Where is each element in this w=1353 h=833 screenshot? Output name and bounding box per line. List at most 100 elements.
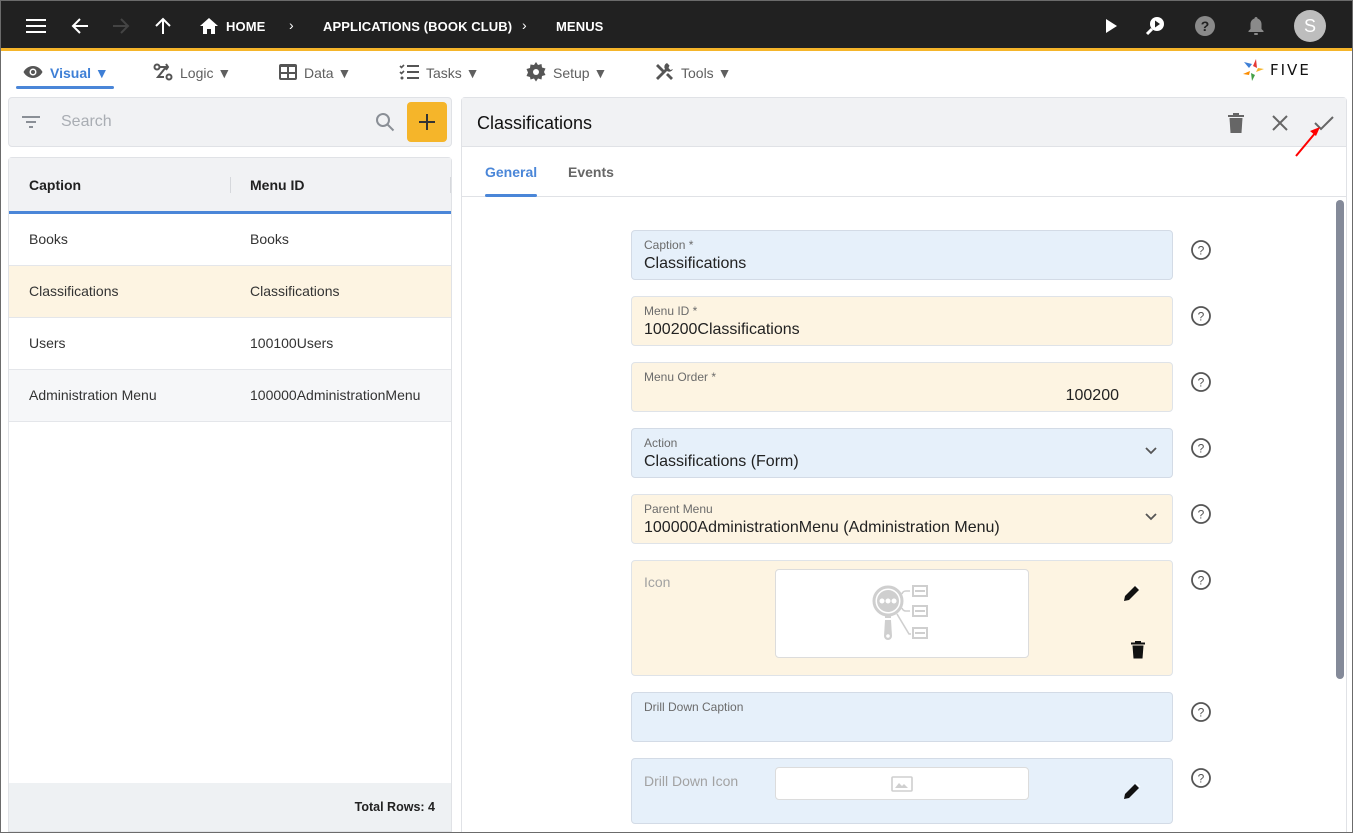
pencil-icon [1124,584,1141,601]
plus-icon [419,114,435,130]
grid-header: Caption Menu ID [9,158,451,214]
pencil-icon [1124,782,1141,799]
action-label: Action [644,436,678,450]
chevron-down-icon[interactable] [1144,512,1158,522]
search-list-icon [872,584,928,640]
up-arrow-icon[interactable] [150,13,176,39]
help-icon[interactable]: ? [1190,239,1212,261]
five-logo: FIVE [1242,58,1311,82]
menu-setup[interactable]: Setup ▼ [526,61,607,85]
form-tabs: General Events [462,147,1346,197]
icon-label: Icon [644,574,671,590]
search-bar [8,97,452,147]
menu-visual-label: Visual ▼ [50,65,109,81]
form-scrollbar-thumb[interactable] [1336,200,1344,679]
filter-icon[interactable] [22,115,40,134]
trash-icon [1131,641,1145,659]
search-play-icon[interactable] [1142,13,1168,39]
edit-drill-down-icon-button[interactable] [1120,779,1144,803]
table-row[interactable]: Administration Menu 100000Administration… [9,370,451,422]
menu-id-label: Menu ID * [644,304,698,318]
icon-preview[interactable] [775,569,1029,658]
drill-down-icon-label: Drill Down Icon [644,773,739,789]
menu-icon[interactable] [23,13,49,39]
image-placeholder-icon [891,775,913,792]
cell-caption: Books [29,231,68,247]
caption-field[interactable]: Caption * Classifications [631,230,1173,280]
action-value: Classifications (Form) [644,453,799,470]
tools-icon [654,62,674,85]
top-app-bar: HOME › APPLICATIONS (BOOK CLUB) › MENUS … [0,0,1353,51]
check-icon [1314,116,1334,131]
tab-general[interactable]: General [485,164,537,180]
search-icon[interactable] [375,112,395,137]
cell-menu-id: 100100Users [250,335,334,351]
cell-menu-id: Books [250,231,289,247]
help-icon[interactable]: ? [1190,569,1212,591]
chevron-down-icon[interactable] [1144,446,1158,456]
menu-order-field[interactable]: Menu Order * 100200 [631,362,1173,412]
add-record-button[interactable] [407,102,447,142]
breadcrumb-applications[interactable]: APPLICATIONS (BOOK CLUB) [323,19,512,34]
menu-tasks[interactable]: Tasks ▼ [399,62,480,84]
bell-icon[interactable] [1243,13,1269,39]
forward-arrow-icon[interactable] [108,13,134,39]
menu-logic-label: Logic ▼ [180,65,232,81]
save-button[interactable] [1311,110,1337,136]
menu-tasks-label: Tasks ▼ [426,65,480,81]
cell-caption: Users [29,335,66,351]
table-row[interactable]: Users 100100Users [9,318,451,370]
home-icon[interactable] [196,13,222,39]
drill-down-caption-field[interactable]: Drill Down Caption [631,692,1173,742]
play-icon[interactable] [1098,13,1124,39]
close-button[interactable] [1267,110,1293,136]
logic-icon [153,62,173,84]
trash-icon [1228,113,1244,133]
edit-icon-button[interactable] [1120,581,1144,605]
menu-tools[interactable]: Tools ▼ [654,62,731,84]
help-icon[interactable]: ? [1190,503,1212,525]
svg-text:?: ? [1198,772,1205,786]
back-arrow-icon[interactable] [67,13,93,39]
help-icon[interactable]: ? [1190,371,1212,393]
menu-order-label: Menu Order * [644,370,717,384]
menu-list-grid: Caption Menu ID Books Books Classificati… [8,157,452,832]
menu-id-field[interactable]: Menu ID * 100200Classifications [631,296,1173,346]
grid-footer: Total Rows: 4 [9,783,451,831]
help-icon[interactable]: ? [1190,767,1212,789]
gear-icon [526,61,546,85]
help-icon[interactable]: ? [1190,437,1212,459]
menu-visual[interactable]: Visual ▼ [23,62,109,84]
search-input[interactable] [61,110,361,134]
help-icon[interactable]: ? [1190,305,1212,327]
column-divider[interactable] [450,177,451,193]
five-logo-icon [1243,59,1264,81]
parent-menu-select[interactable]: Parent Menu 100000AdministrationMenu (Ad… [631,494,1173,544]
record-form-panel: Classifications General Events Caption *… [461,97,1347,833]
column-divider[interactable] [230,177,231,193]
svg-text:?: ? [1198,244,1205,258]
column-header-caption[interactable]: Caption [29,177,81,193]
delete-button[interactable] [1223,110,1249,136]
svg-text:?: ? [1201,18,1210,34]
drill-down-icon-preview[interactable] [775,767,1029,800]
menu-logic[interactable]: Logic ▼ [153,62,231,84]
menu-data-label: Data ▼ [304,65,352,81]
cell-caption: Administration Menu [29,387,157,403]
table-row[interactable]: Books Books [9,214,451,266]
table-row-selected[interactable]: Classifications Classifications [9,266,451,318]
column-header-menu-id[interactable]: Menu ID [250,177,304,193]
svg-text:?: ? [1198,508,1205,522]
delete-icon-button[interactable] [1126,638,1150,662]
help-icon[interactable]: ? [1192,13,1218,39]
table-icon [279,63,297,83]
avatar[interactable]: S [1294,10,1326,42]
menu-tools-label: Tools ▼ [681,65,732,81]
cell-caption: Classifications [29,283,119,299]
action-select[interactable]: Action Classifications (Form) [631,428,1173,478]
menu-id-value: 100200Classifications [644,321,800,338]
help-icon[interactable]: ? [1190,701,1212,723]
menu-data[interactable]: Data ▼ [279,62,351,84]
breadcrumb-home[interactable]: HOME [226,19,265,34]
tab-events[interactable]: Events [568,164,614,180]
